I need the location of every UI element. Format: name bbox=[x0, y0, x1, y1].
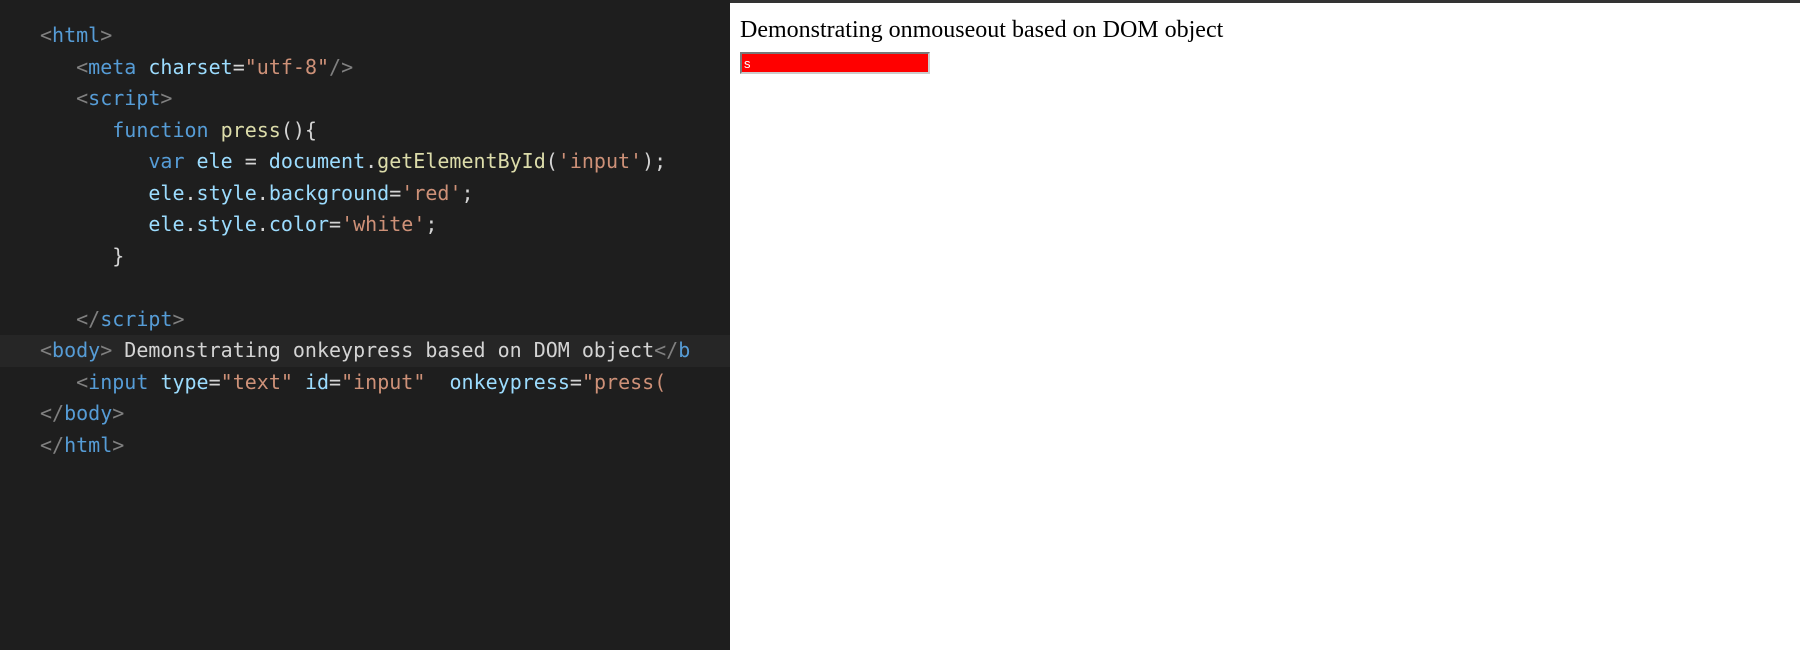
code-container: <html> <meta charset="utf-8"/> <script> … bbox=[0, 20, 730, 461]
preview-heading: Demonstrating onmouseout based on DOM ob… bbox=[740, 17, 1790, 44]
code-editor-pane[interactable]: <html> <meta charset="utf-8"/> <script> … bbox=[0, 0, 730, 650]
code-line: ele.style.background='red'; bbox=[0, 178, 730, 210]
code-line: ele.style.color='white'; bbox=[0, 209, 730, 241]
code-line: <input type="text" id="input" onkeypress… bbox=[0, 367, 730, 399]
code-line: </script> bbox=[0, 304, 730, 336]
browser-preview-pane: Demonstrating onmouseout based on DOM ob… bbox=[730, 0, 1800, 650]
code-line: } bbox=[0, 241, 730, 273]
code-line: var ele = document.getElementById('input… bbox=[0, 146, 730, 178]
code-line: <meta charset="utf-8"/> bbox=[0, 52, 730, 84]
code-line: <script> bbox=[0, 83, 730, 115]
code-line: </html> bbox=[0, 430, 730, 462]
preview-text-input[interactable] bbox=[740, 52, 930, 74]
code-line bbox=[0, 272, 730, 304]
code-line: function press(){ bbox=[0, 115, 730, 147]
code-line: <html> bbox=[0, 20, 730, 52]
code-line: </body> bbox=[0, 398, 730, 430]
code-line-active: <body> Demonstrating onkeypress based on… bbox=[0, 335, 730, 367]
